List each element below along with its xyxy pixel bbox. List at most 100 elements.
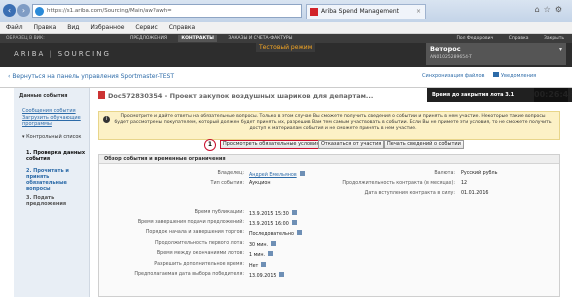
sidebar-title: Данные события [19, 93, 68, 99]
star-icon[interactable]: ☆ [544, 5, 555, 14]
notifications-link[interactable]: Уведомления [493, 72, 536, 79]
event-overview-panel: Обзор события и временные ограничения Вл… [98, 154, 560, 297]
step-2-text: Прочитать и принять обязательные вопросы [26, 168, 69, 192]
info-icon[interactable] [271, 241, 277, 246]
menu-edit[interactable]: Правка [34, 24, 57, 31]
event-sidebar: Данные события Сообщения события Загрузи… [14, 88, 90, 297]
info-icon[interactable] [261, 262, 267, 267]
nav-close[interactable]: Закрыть [544, 36, 564, 41]
contract-duration-label: Продолжительность контракта (в месяцах): [342, 181, 455, 186]
ie-icon [35, 7, 44, 16]
test-mode-badge: Тестовый режим [256, 43, 316, 52]
browser-titlebar: ‹ › https://s1.ariba.com/Sourcing/Main/a… [0, 0, 572, 22]
back-arrow-icon[interactable]: ‹ [3, 4, 16, 17]
menu-view[interactable]: Вид [67, 24, 79, 31]
sidebar-step-1[interactable]: 1. Проверка данных события [26, 150, 88, 162]
contract-effective-value: 01.01.2016 [461, 191, 489, 196]
currency-label: Валюта: [434, 171, 455, 176]
back-link-label: Вернуться на панель управления Sportmast… [12, 73, 175, 80]
lot-gap-label: Время между окончаниями лотов: [156, 251, 244, 256]
publish-time-label: Время публикации: [194, 210, 244, 215]
browser-menubar: Файл Правка Вид Избранное Сервис Справка [0, 22, 572, 34]
ariba-header: ARIBA | SOURCING Тестовый режим Веторос AN… [0, 43, 572, 67]
publish-time-text: 13.9.2015 15:30 [249, 212, 289, 217]
contract-effective-label: Дата вступления контракта в силу: [364, 191, 455, 196]
browser-toolbar-icons: ⌂☆⚙ [535, 5, 566, 14]
extra-time-value: Нет [249, 262, 267, 270]
sidebar-event-messages[interactable]: Сообщения события [22, 108, 76, 114]
menu-tools[interactable]: Сервис [135, 24, 157, 31]
print-event-details-button[interactable]: Печать сведений о событии [384, 140, 464, 149]
page-action-bar: ‹ Вернуться на панель управления Sportma… [0, 67, 572, 88]
ariba-favicon-icon [310, 8, 318, 16]
warning-text: Просмотрите и дайте ответы на обязательн… [114, 114, 552, 132]
publish-time-value: 13.9.2015 15:30 [249, 210, 297, 218]
document-icon [98, 91, 105, 99]
address-url: https://s1.ariba.com/Sourcing/Main/aw?aw… [47, 8, 172, 14]
event-title: Doc572830354 - Проект закупок воздушных … [98, 91, 373, 100]
menu-favorites[interactable]: Избранное [90, 24, 124, 31]
checklist-label: Контрольный список [26, 134, 82, 140]
menu-file[interactable]: Файл [6, 24, 23, 31]
timer-label: Время до закрытия лота 3.1 [432, 92, 515, 98]
lot-gap-text: 1 мин. [249, 253, 265, 258]
chevron-down-icon[interactable]: ▾ [559, 46, 562, 53]
info-icon[interactable] [267, 251, 273, 256]
timer-value: 00:26:46 [534, 88, 572, 102]
sidebar-step-2[interactable]: 2. Прочитать и принять обязательные вопр… [26, 168, 84, 192]
step-3-text: Подать предложения [26, 195, 67, 207]
info-icon[interactable] [296, 230, 302, 235]
nav-help[interactable]: Справка [509, 36, 529, 41]
step-marker-badge: 1 [204, 139, 216, 151]
sidebar-checklist[interactable]: ▾ Контрольный список [22, 134, 82, 140]
extra-time-label: Разрешить дополнительное время: [154, 262, 244, 267]
contract-duration-value: 12 [461, 181, 468, 186]
lot-gap-value: 1 мин. [249, 251, 273, 259]
bid-end-label: Время завершения подачи предложений: [137, 220, 244, 225]
lot-close-timer: Время до закрытия лота 3.1 00:26:46 [427, 88, 572, 102]
event-type-label: Тип события: [210, 181, 244, 186]
event-type-value: Аукцион [249, 181, 271, 186]
close-tab-icon[interactable]: × [416, 5, 421, 19]
info-icon[interactable] [299, 171, 305, 176]
home-icon[interactable]: ⌂ [535, 5, 544, 14]
info-icon[interactable] [279, 272, 285, 277]
nav-left-label: ОБРАЗЕЦ В ВИК: [6, 36, 45, 41]
envelope-icon [493, 72, 499, 77]
first-lot-duration-value: 30 мин. [249, 241, 277, 249]
first-lot-duration-label: Продолжительность первого лота: [154, 241, 244, 246]
sidebar-download-tutorials[interactable]: Загрузить обучающие программы [22, 115, 86, 127]
back-to-dashboard-link[interactable]: ‹ Вернуться на панель управления Sportma… [8, 73, 174, 80]
decline-participation-button[interactable]: Отказаться от участия [318, 140, 385, 149]
notifications-label: Уведомления [501, 73, 537, 79]
gear-icon[interactable]: ⚙ [555, 5, 566, 14]
sync-files-link[interactable]: Синхронизация файлов [422, 73, 484, 79]
owner-label: Владелец: [217, 171, 244, 176]
ariba-top-nav: ОБРАЗЕЦ В ВИК: ПРЕДЛОЖЕНИЯ КОНТРАКТЫ ЗАК… [0, 34, 572, 43]
address-bar[interactable]: https://s1.ariba.com/Sourcing/Main/aw?aw… [32, 4, 302, 18]
forward-arrow-icon[interactable]: › [17, 4, 30, 17]
owner-link[interactable]: Андрей Емельянов [249, 173, 297, 178]
menu-help[interactable]: Справка [169, 24, 195, 31]
bid-end-text: 13.9.2015 16:00 [249, 222, 289, 227]
info-icon: i [103, 116, 110, 123]
view-required-terms-button[interactable]: Просмотреть обязательные условия [220, 140, 323, 149]
nav-proposals[interactable]: ПРЕДЛОЖЕНИЯ [130, 36, 167, 41]
sidebar-step-3[interactable]: 3. Подать предложения [26, 195, 84, 207]
nav-contracts[interactable]: КОНТРАКТЫ [178, 35, 217, 42]
info-icon[interactable] [291, 220, 297, 225]
supplier-account-box[interactable]: Веторос AN01025289654-T ▾ [426, 43, 566, 65]
bidding-order-label: Порядок начала и завершения торгов: [145, 230, 244, 235]
event-actions: 1 Просмотреть обязательные условия Отказ… [204, 139, 504, 151]
nav-orders-invoices[interactable]: ЗАКАЗЫ И СЧЕТА-ФАКТУРЫ [228, 36, 292, 41]
bidding-order-value: Последовательно [249, 230, 302, 238]
browser-tab[interactable]: Ariba Spend Management × [306, 4, 426, 19]
supplier-name: Веторос [430, 45, 461, 53]
step-1-text: Проверка данных события [26, 150, 86, 162]
tab-title: Ariba Spend Management [321, 8, 399, 15]
info-icon[interactable] [291, 210, 297, 215]
panel-title: Обзор события и временные ограничения [99, 155, 559, 164]
nav-user[interactable]: Пол Федорович [456, 36, 493, 41]
extra-time-text: Нет [249, 264, 259, 269]
winner-date-label: Предполагаемая дата выбора победителя: [134, 272, 244, 277]
